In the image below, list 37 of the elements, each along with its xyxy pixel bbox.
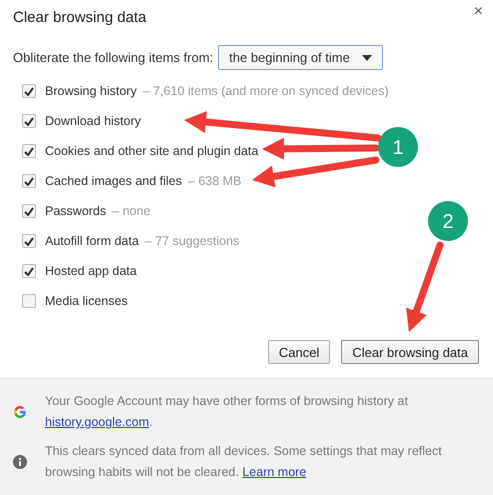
clear-data-button[interactable]: Clear browsing data [341,340,479,364]
link[interactable]: Learn more [242,465,306,479]
checkbox[interactable] [22,204,36,218]
callout-badge [378,127,418,167]
item-detail: – 638 MB [188,174,242,188]
item-detail: – 77 suggestions [144,234,240,248]
time-range-dropdown[interactable]: the beginning of time [218,45,383,70]
checkbox[interactable] [22,84,36,98]
checkbox[interactable] [22,174,36,188]
info-icon [13,455,27,469]
item-label: Passwords [45,204,106,218]
item-label: Cached images and files [45,174,182,188]
checkbox[interactable] [22,144,36,158]
close-button[interactable]: × [474,3,483,21]
item-label: Cookies and other site and plugin data [45,144,258,158]
item-label: Hosted app data [45,264,137,278]
caret-icon [362,54,372,60]
dialog-title: Clear browsing data [13,9,146,26]
google-icon [13,405,27,419]
checkbox[interactable] [22,264,36,278]
item-label: Media licenses [45,294,128,308]
range-label: Obliterate the following items from: [13,50,214,65]
checkbox[interactable] [22,114,36,128]
item-label: Browsing history [45,84,137,98]
callout-number: 1 [392,137,404,159]
checkbox[interactable] [22,234,36,248]
item-label: Autofill form data [45,234,139,248]
cancel-button[interactable]: Cancel [268,340,330,364]
footer-text: This clears synced data from all devices. Some settings that may reflect browsing habits will not be cleared. Learn more [45,443,443,481]
link[interactable]: history.google.com [45,415,149,429]
footer-text: Your Google Account may have other forms of browsing history at history.google.com. [45,393,408,431]
item-detail: – none [112,204,150,218]
checkbox[interactable] [22,294,36,308]
callout-number: 2 [442,211,454,233]
item-label: Download history [45,114,141,128]
item-detail: – 7,610 items (and more on synced devices) [142,84,389,98]
callout-badge [428,201,468,241]
